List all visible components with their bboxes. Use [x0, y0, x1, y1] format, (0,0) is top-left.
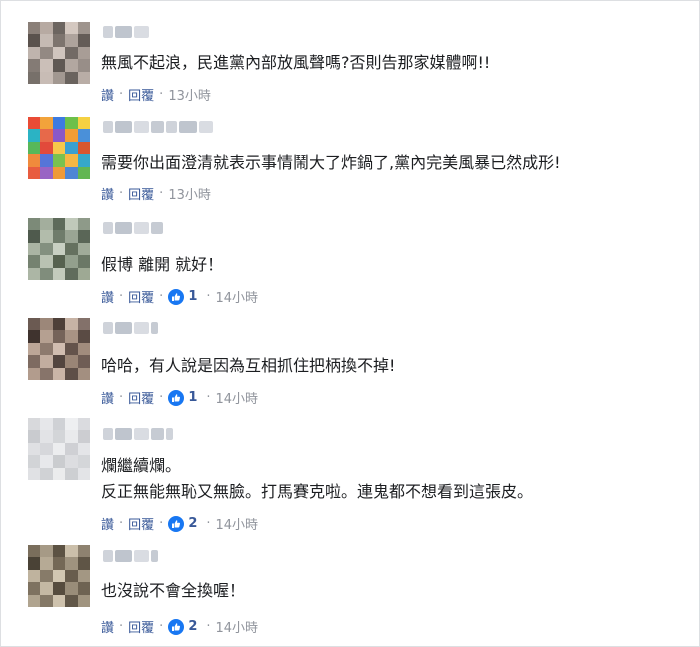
- thumbs-up-icon: [168, 389, 185, 406]
- commenter-name-blurred[interactable]: [103, 322, 158, 334]
- separator-dot: ·: [159, 186, 164, 201]
- comment-timestamp[interactable]: 14小時: [216, 514, 259, 533]
- reply-link[interactable]: 回覆: [128, 85, 154, 104]
- like-link[interactable]: 讚: [101, 617, 114, 636]
- separator-dot: ·: [206, 516, 211, 531]
- separator-dot: ·: [119, 619, 124, 634]
- comment-actions: 讚 · 回覆 · 1 · 14小時: [101, 388, 258, 407]
- commenter-name-blurred[interactable]: [103, 428, 173, 440]
- commenter-avatar[interactable]: [28, 318, 90, 380]
- separator-dot: ·: [159, 390, 164, 405]
- separator-dot: ·: [159, 87, 164, 102]
- commenter-name-blurred[interactable]: [103, 121, 213, 133]
- separator-dot: ·: [206, 619, 211, 634]
- commenter-avatar[interactable]: [28, 418, 90, 480]
- comment-actions: 讚 · 回覆 · 2 · 14小時: [101, 514, 258, 533]
- like-link[interactable]: 讚: [101, 388, 114, 407]
- reaction-count-badge[interactable]: 1: [168, 389, 198, 406]
- comment-timestamp[interactable]: 14小時: [216, 617, 259, 636]
- separator-dot: ·: [119, 516, 124, 531]
- comment-text: 需要你出面澄清就表示事情鬧大了炸鍋了,黨內完美風暴已然成形!: [101, 153, 561, 172]
- reply-link[interactable]: 回覆: [128, 514, 154, 533]
- commenter-name-blurred[interactable]: [103, 26, 151, 38]
- thumbs-up-icon: [168, 288, 185, 305]
- comment-actions: 讚 · 回覆 · 1 · 14小時: [101, 287, 258, 306]
- comment-timestamp[interactable]: 14小時: [216, 388, 259, 407]
- separator-dot: ·: [206, 390, 211, 405]
- comment-actions: 讚 · 回覆 · 13小時: [101, 85, 211, 104]
- reaction-count-badge[interactable]: 1: [168, 288, 198, 305]
- commenter-avatar[interactable]: [28, 22, 90, 84]
- thumbs-up-icon: [168, 515, 185, 532]
- separator-dot: ·: [159, 619, 164, 634]
- comment-text: 哈哈，有人說是因為互相抓住把柄換不掉!: [101, 356, 396, 375]
- like-link[interactable]: 讚: [101, 514, 114, 533]
- separator-dot: ·: [119, 87, 124, 102]
- reaction-count: 1: [188, 390, 198, 405]
- separator-dot: ·: [159, 516, 164, 531]
- separator-dot: ·: [119, 289, 124, 304]
- thumbs-up-icon: [168, 618, 185, 635]
- comment-text: 假博 離開 就好！: [101, 255, 224, 274]
- separator-dot: ·: [119, 186, 124, 201]
- reaction-count: 2: [188, 619, 198, 634]
- separator-dot: ·: [206, 289, 211, 304]
- reply-link[interactable]: 回覆: [128, 184, 154, 203]
- separator-dot: ·: [119, 390, 124, 405]
- comment-timestamp[interactable]: 13小時: [168, 184, 211, 203]
- like-link[interactable]: 讚: [101, 85, 114, 104]
- commenter-name-blurred[interactable]: [103, 222, 163, 234]
- reaction-count: 2: [188, 516, 198, 531]
- commenter-avatar[interactable]: [28, 218, 90, 280]
- comment-text: 爛繼續爛。: [101, 456, 182, 475]
- commenter-avatar[interactable]: [28, 117, 90, 179]
- reply-link[interactable]: 回覆: [128, 388, 154, 407]
- previous-comment-fragment: [92, 0, 212, 4]
- commenter-name-blurred[interactable]: [103, 550, 158, 562]
- like-link[interactable]: 讚: [101, 184, 114, 203]
- reaction-count-badge[interactable]: 2: [168, 515, 198, 532]
- comment-actions: 讚 · 回覆 · 13小時: [101, 184, 211, 203]
- comment-text: 反正無能無恥又無臉。打馬賽克啦。連鬼都不想看到這張皮。: [101, 482, 534, 501]
- comment-text: 無風不起浪，民進黨內部放風聲嗎?否則告那家媒體啊!!: [101, 53, 491, 72]
- reply-link[interactable]: 回覆: [128, 617, 154, 636]
- comment-text: 也沒說不會全換喔！: [101, 581, 246, 600]
- like-link[interactable]: 讚: [101, 287, 114, 306]
- reaction-count-badge[interactable]: 2: [168, 618, 198, 635]
- comment-timestamp[interactable]: 13小時: [168, 85, 211, 104]
- commenter-avatar[interactable]: [28, 545, 90, 607]
- reply-link[interactable]: 回覆: [128, 287, 154, 306]
- comment-actions: 讚 · 回覆 · 2 · 14小時: [101, 617, 258, 636]
- separator-dot: ·: [159, 289, 164, 304]
- comment-timestamp[interactable]: 14小時: [216, 287, 259, 306]
- reaction-count: 1: [188, 289, 198, 304]
